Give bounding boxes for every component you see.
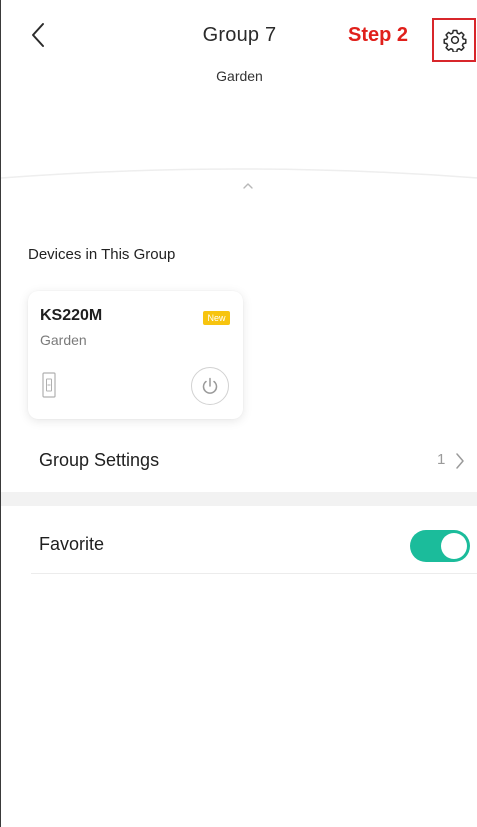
gear-icon <box>443 29 467 52</box>
toggle-knob <box>441 533 467 559</box>
step-annotation: Step 2 <box>348 24 409 46</box>
favorite-label: Favorite <box>39 534 105 554</box>
device-room: Garden <box>40 332 87 348</box>
group-settings-count: 1 <box>437 451 446 468</box>
favorite-toggle[interactable] <box>410 530 470 562</box>
panel-curve <box>0 168 477 179</box>
power-icon <box>202 377 218 394</box>
devices-section-title: Devices in This Group <box>28 246 176 263</box>
section-divider <box>1 492 477 506</box>
chevron-up-icon[interactable] <box>241 181 255 191</box>
page-subtitle: Garden <box>216 68 263 84</box>
light-switch-icon <box>42 372 56 398</box>
new-badge: New <box>203 311 230 325</box>
collapse-panel <box>0 150 477 210</box>
chevron-right-icon <box>456 453 464 469</box>
header: Group 7 Garden Step 2 <box>1 0 477 100</box>
device-card[interactable]: KS220M Garden New <box>28 291 243 419</box>
group-detail-screen: Group 7 Garden Step 2 Devices in This Gr… <box>0 0 477 827</box>
favorite-row: Favorite <box>1 523 477 573</box>
power-button[interactable] <box>191 367 229 405</box>
row-divider <box>31 573 477 574</box>
settings-button[interactable] <box>442 27 468 53</box>
group-settings-label: Group Settings <box>39 450 160 470</box>
device-name: KS220M <box>40 307 103 324</box>
group-settings-row[interactable]: Group Settings 1 <box>1 440 477 486</box>
